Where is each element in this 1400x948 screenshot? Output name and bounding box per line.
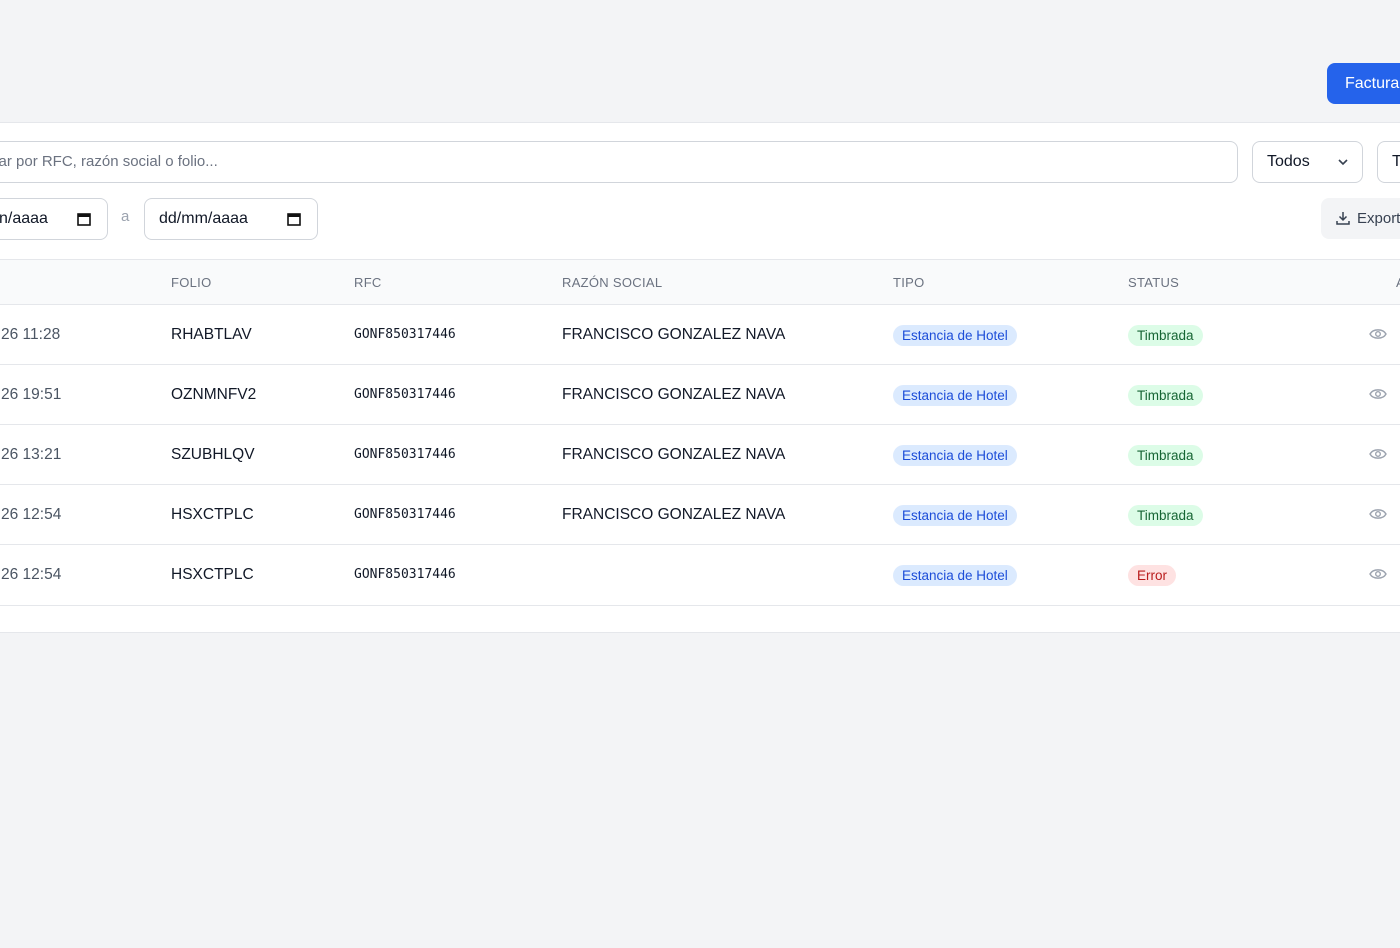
export-label: Export bbox=[1357, 210, 1400, 227]
eye-icon[interactable] bbox=[1369, 327, 1387, 341]
row-folio: RHABTLAV bbox=[171, 326, 252, 343]
status-badge: Timbrada bbox=[1128, 505, 1203, 526]
tipo-badge: Estancia de Hotel bbox=[893, 445, 1017, 466]
status-badge: Timbrada bbox=[1128, 325, 1203, 346]
row-rfc: GONF850317446 bbox=[354, 507, 456, 522]
row-razon-social: FRANCISCO GONZALEZ NAVA bbox=[562, 386, 786, 403]
row-razon-social: FRANCISCO GONZALEZ NAVA bbox=[562, 326, 786, 343]
row-rfc: GONF850317446 bbox=[354, 387, 456, 402]
chevron-down-icon bbox=[1338, 159, 1348, 166]
row-folio: HSXCTPLC bbox=[171, 566, 254, 583]
table-row[interactable]: 26 12:54 HSXCTPLC GONF850317446 FRANCISC… bbox=[0, 484, 1400, 545]
table-row[interactable]: 26 13:21 SZUBHLQV GONF850317446 FRANCISC… bbox=[0, 424, 1400, 485]
tipo-badge: Estancia de Hotel bbox=[893, 565, 1017, 586]
date-to-input[interactable]: dd/mm/aaaa bbox=[144, 198, 318, 240]
tipo-badge: Estancia de Hotel bbox=[893, 505, 1017, 526]
new-invoice-button[interactable]: Factura bbox=[1327, 63, 1400, 104]
eye-icon[interactable] bbox=[1369, 507, 1387, 521]
table-row[interactable]: 26 12:54 HSXCTPLC GONF850317446 Estancia… bbox=[0, 544, 1400, 606]
range-separator: a bbox=[121, 208, 130, 225]
date-to-value: dd/mm/aaaa bbox=[159, 210, 248, 227]
status-select[interactable]: Todos bbox=[1252, 141, 1363, 183]
column-header-status[interactable]: STATUS bbox=[1128, 260, 1179, 305]
date-from-input[interactable]: n/aaaa bbox=[0, 198, 108, 240]
row-folio: HSXCTPLC bbox=[171, 506, 254, 523]
export-button[interactable]: Export bbox=[1321, 198, 1400, 239]
row-razon-social: FRANCISCO GONZALEZ NAVA bbox=[562, 446, 786, 463]
status-badge: Timbrada bbox=[1128, 385, 1203, 406]
column-header-razon-social[interactable]: RAZÓN SOCIAL bbox=[562, 260, 662, 305]
row-date: 26 11:28 bbox=[1, 326, 61, 343]
column-header-actions: A bbox=[1396, 260, 1400, 305]
download-icon bbox=[1336, 212, 1350, 225]
search-input[interactable]: car por RFC, razón social o folio... bbox=[0, 141, 1238, 183]
eye-icon[interactable] bbox=[1369, 567, 1387, 581]
row-rfc: GONF850317446 bbox=[354, 327, 456, 342]
row-rfc: GONF850317446 bbox=[354, 567, 456, 582]
calendar-icon[interactable] bbox=[287, 212, 301, 226]
table-row[interactable]: 26 19:51 OZNMNFV2 GONF850317446 FRANCISC… bbox=[0, 364, 1400, 425]
column-header-tipo[interactable]: TIPO bbox=[893, 260, 925, 305]
column-header-rfc[interactable]: RFC bbox=[354, 260, 382, 305]
tipo-badge: Estancia de Hotel bbox=[893, 385, 1017, 406]
status-badge: Error bbox=[1128, 565, 1176, 586]
row-date: 26 12:54 bbox=[1, 506, 62, 523]
row-date: 26 12:54 bbox=[1, 566, 62, 583]
row-razon-social: FRANCISCO GONZALEZ NAVA bbox=[562, 506, 786, 523]
status-select-value: Todos bbox=[1267, 153, 1310, 170]
eye-icon[interactable] bbox=[1369, 447, 1387, 461]
tipo-badge: Estancia de Hotel bbox=[893, 325, 1017, 346]
type-select-value: T bbox=[1392, 153, 1400, 170]
status-badge: Timbrada bbox=[1128, 445, 1203, 466]
type-select[interactable]: T bbox=[1377, 141, 1400, 183]
eye-icon[interactable] bbox=[1369, 387, 1387, 401]
table-row[interactable]: 26 11:28 RHABTLAV GONF850317446 FRANCISC… bbox=[0, 304, 1400, 365]
row-date: 26 13:21 bbox=[1, 446, 62, 463]
column-header-folio[interactable]: FOLIO bbox=[171, 260, 212, 305]
calendar-icon[interactable] bbox=[77, 212, 91, 226]
row-date: 26 19:51 bbox=[1, 386, 62, 403]
table-header: FOLIO RFC RAZÓN SOCIAL TIPO STATUS A bbox=[0, 259, 1400, 305]
row-rfc: GONF850317446 bbox=[354, 447, 456, 462]
row-folio: OZNMNFV2 bbox=[171, 386, 257, 403]
row-folio: SZUBHLQV bbox=[171, 446, 255, 463]
date-from-value: n/aaaa bbox=[0, 210, 48, 227]
